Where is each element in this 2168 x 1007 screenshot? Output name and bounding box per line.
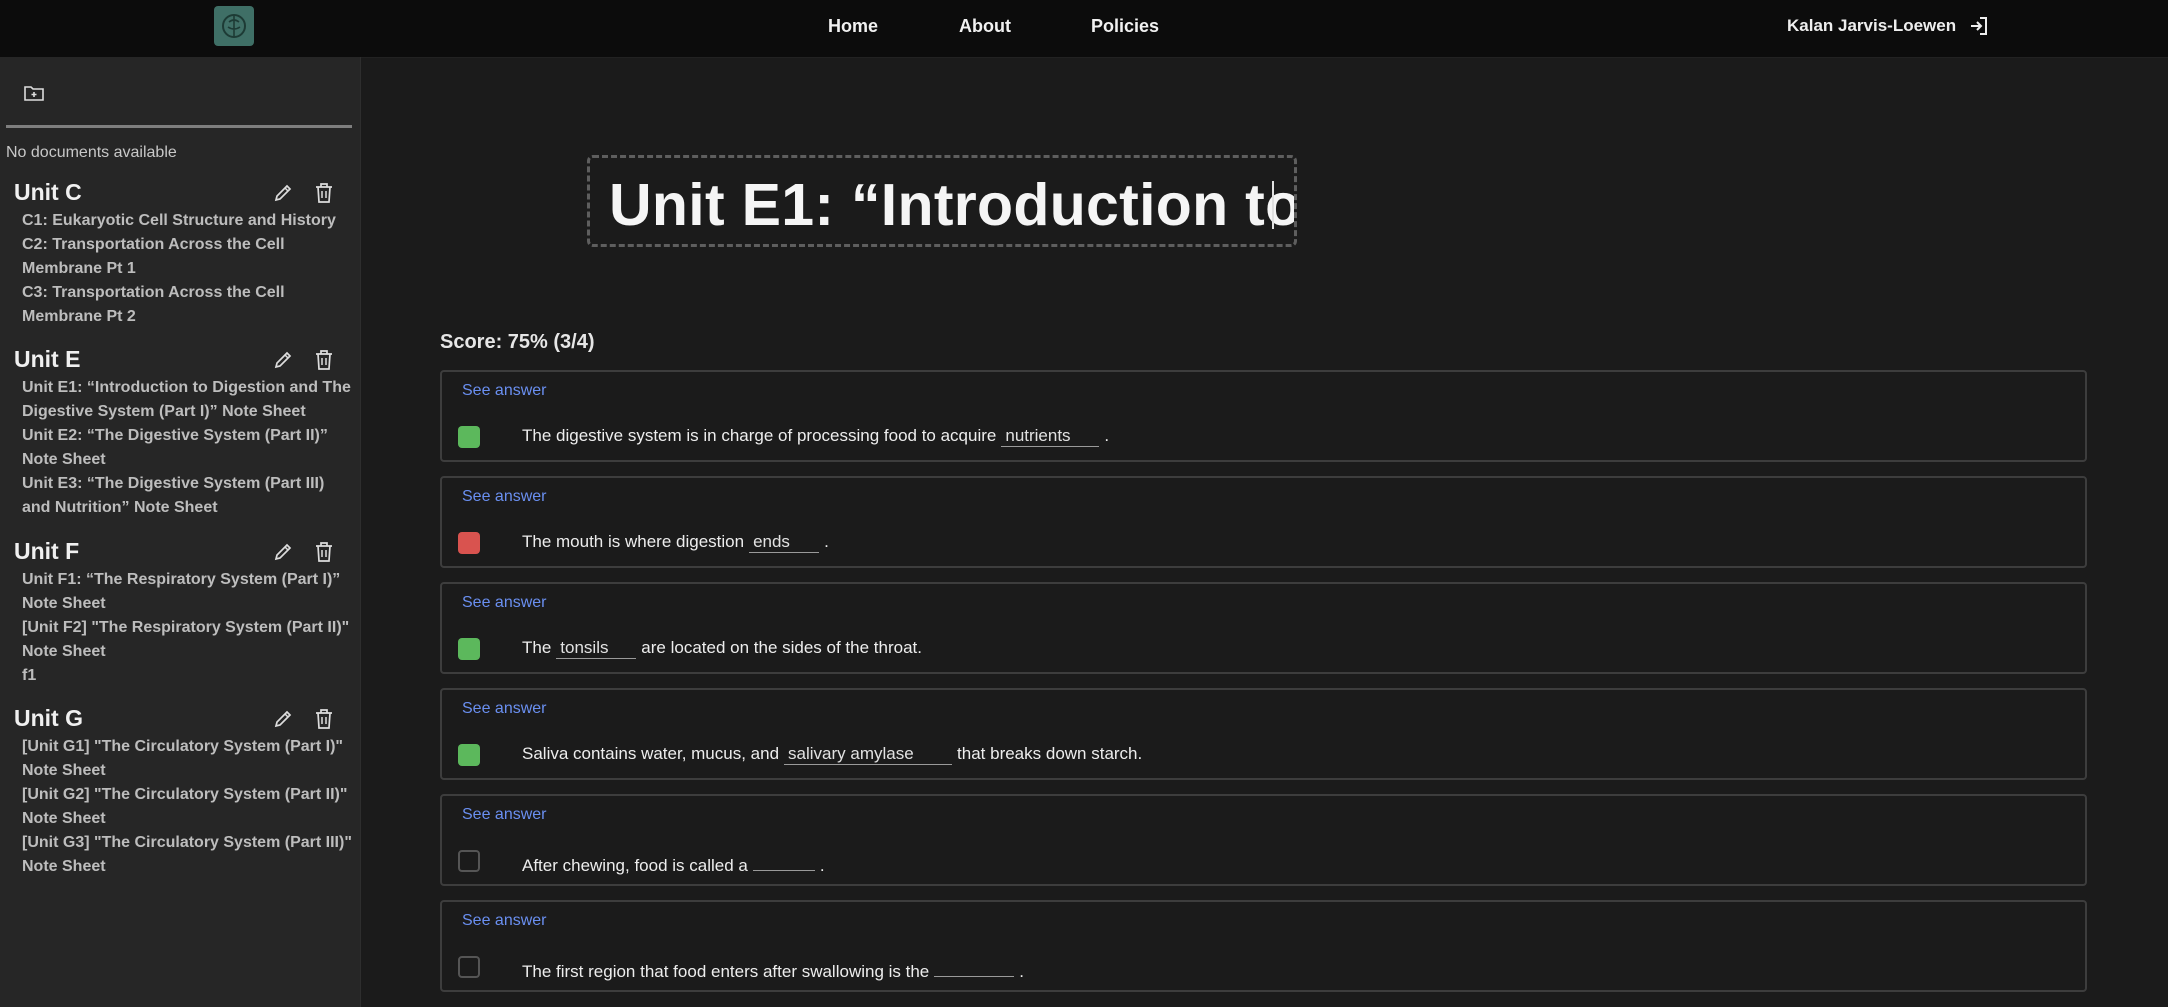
question-prefix: The mouth is where digestion — [522, 532, 745, 551]
question-card: See answer The mouth is where digestion en… — [440, 476, 2087, 568]
document-link[interactable]: [Unit G1] "The Circulatory System (Part … — [22, 735, 357, 783]
nav-policies-link[interactable]: Policies — [1091, 16, 1159, 37]
question-suffix: . — [1019, 962, 1024, 981]
answer-status-indicator — [458, 638, 480, 660]
question-card: See answer The first region that food ent… — [440, 900, 2087, 992]
sidebar: No documents available Unit C C1: Eukaryo… — [0, 57, 361, 1007]
pencil-icon[interactable] — [273, 542, 293, 562]
document-list: Unit F1: “The Respiratory System (Part I… — [22, 568, 357, 688]
document-link[interactable]: [Unit G2] "The Circulatory System (Part … — [22, 783, 357, 831]
pencil-icon[interactable] — [273, 350, 293, 370]
trash-icon[interactable] — [314, 182, 334, 204]
answer-blank-input[interactable]: ends — [749, 532, 820, 553]
no-documents-text: No documents available — [6, 144, 177, 161]
see-answer-link[interactable]: See answer — [462, 700, 547, 718]
pencil-icon[interactable] — [273, 183, 293, 203]
see-answer-link[interactable]: See answer — [462, 488, 547, 506]
see-answer-link[interactable]: See answer — [462, 806, 547, 824]
answer-status-indicator — [458, 744, 480, 766]
document-link[interactable]: Unit E3: “The Digestive System (Part III… — [22, 472, 357, 520]
user-menu[interactable]: Kalan Jarvis-Loewen — [1787, 15, 1990, 37]
question-suffix: . — [824, 532, 829, 551]
see-answer-link[interactable]: See answer — [462, 594, 547, 612]
question-prefix: The digestive system is in charge of pro… — [522, 426, 997, 445]
document-link[interactable]: C3: Transportation Across the Cell Membr… — [22, 281, 357, 329]
document-list: Unit E1: “Introduction to Digestion and … — [22, 376, 357, 520]
answer-blank-input[interactable] — [934, 956, 1015, 977]
answer-blank-input[interactable] — [752, 850, 815, 871]
question-card: See answer After chewing, food is called … — [440, 794, 2087, 886]
question-card: See answer Saliva contains water, mucus, … — [440, 688, 2087, 780]
unit-title[interactable]: Unit G — [14, 705, 83, 732]
answer-blank-input[interactable]: tonsils — [556, 638, 637, 659]
answer-status-indicator — [458, 532, 480, 554]
question-prefix: Saliva contains water, mucus, and — [522, 744, 780, 763]
trash-icon[interactable] — [314, 541, 334, 563]
question-text: After chewing, food is called a. — [522, 850, 825, 876]
document-list: [Unit G1] "The Circulatory System (Part … — [22, 735, 357, 879]
answer-status-indicator — [458, 850, 480, 872]
sidebar-divider — [6, 125, 352, 128]
user-name: Kalan Jarvis-Loewen — [1787, 16, 1957, 35]
unit-title[interactable]: Unit F — [14, 538, 79, 565]
score-display: Score: 75% (3/4) — [440, 331, 595, 353]
document-link[interactable]: Unit E2: “The Digestive System (Part II)… — [22, 424, 357, 472]
unit-title[interactable]: Unit E — [14, 346, 80, 373]
question-card: See answer The digestive system is in cha… — [440, 370, 2087, 462]
main-content: Unit E1: “Introduction to Score: 75% (3/… — [361, 57, 2168, 1007]
answer-blank-input[interactable]: salivary amylase — [784, 744, 953, 765]
document-link[interactable]: Unit E1: “Introduction to Digestion and … — [22, 376, 357, 424]
document-title: Unit E1: “Introduction to — [609, 172, 1297, 238]
document-link[interactable]: C2: Transportation Across the Cell Membr… — [22, 233, 357, 281]
nav-home-link[interactable]: Home — [828, 16, 878, 37]
document-link[interactable]: Unit F1: “The Respiratory System (Part I… — [22, 568, 357, 616]
document-list: C1: Eukaryotic Cell Structure and Histor… — [22, 209, 357, 329]
document-link[interactable]: [Unit F2] "The Respiratory System (Part … — [22, 616, 357, 664]
question-suffix: . — [1104, 426, 1110, 445]
question-text: The digestive system is in charge of pro… — [522, 426, 1109, 447]
document-link[interactable]: f1 — [22, 664, 357, 688]
nav-about-link[interactable]: About — [959, 16, 1011, 37]
see-answer-link[interactable]: See answer — [462, 912, 547, 930]
answer-status-indicator — [458, 426, 480, 448]
unit-title[interactable]: Unit C — [14, 179, 82, 206]
question-suffix: that breaks down starch. — [957, 744, 1143, 763]
question-suffix: are located on the sides of the throat. — [641, 638, 922, 657]
see-answer-link[interactable]: See answer — [462, 382, 547, 400]
question-text: The first region that food enters after … — [522, 956, 1024, 982]
question-prefix: After chewing, food is called a — [522, 856, 748, 875]
question-prefix: The — [522, 638, 552, 657]
question-text: The tonsils are located on the sides of th… — [522, 638, 922, 659]
pencil-icon[interactable] — [273, 709, 293, 729]
trash-icon[interactable] — [314, 349, 334, 371]
sign-in-icon[interactable] — [1968, 15, 1990, 37]
question-card: See answer The tonsils are located on the s… — [440, 582, 2087, 674]
folder-plus-icon[interactable] — [23, 83, 45, 103]
question-text: Saliva contains water, mucus, and salivar… — [522, 744, 1142, 765]
trash-icon[interactable] — [314, 708, 334, 730]
answer-status-indicator — [458, 956, 480, 978]
text-cursor — [1272, 181, 1274, 229]
answer-blank-input[interactable]: nutrients — [1001, 426, 1100, 447]
document-link[interactable]: [Unit G3] "The Circulatory System (Part … — [22, 831, 357, 879]
question-suffix: . — [819, 856, 825, 875]
document-link[interactable]: C1: Eukaryotic Cell Structure and Histor… — [22, 209, 357, 233]
question-text: The mouth is where digestion ends. — [522, 532, 829, 553]
document-title-input[interactable]: Unit E1: “Introduction to — [587, 155, 1297, 247]
question-prefix: The first region that food enters after … — [522, 962, 930, 981]
top-navbar: Home About Policies Kalan Jarvis-Loewen — [0, 0, 2168, 58]
